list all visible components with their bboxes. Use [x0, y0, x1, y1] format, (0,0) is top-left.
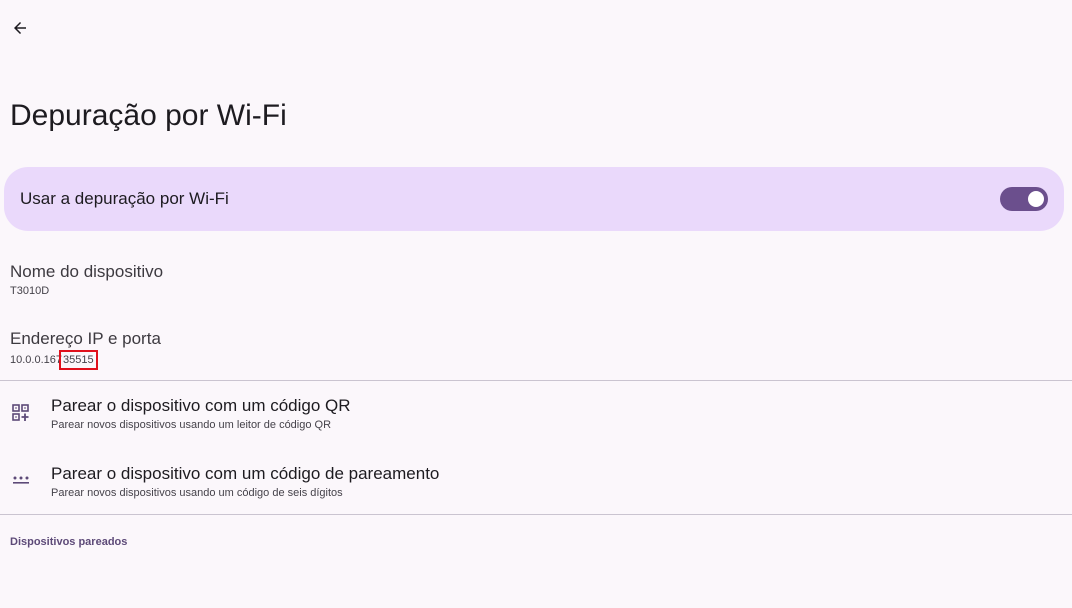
ip-address-ip: 10.0.0.167	[10, 354, 62, 366]
wifi-debugging-switch-label: Usar a depuração por Wi-Fi	[20, 189, 229, 208]
pair-code-summary: Parear novos dispositivos usando um códi…	[51, 487, 343, 499]
ip-address-value: 10.0.0.16735515	[10, 350, 161, 370]
wifi-debugging-switch-bar[interactable]: Usar a depuração por Wi-Fi	[4, 167, 1064, 231]
wifi-debugging-toggle[interactable]	[1000, 187, 1048, 211]
ip-address-port: 35515	[59, 350, 98, 370]
pair-qr-code-item[interactable]: Parear o dispositivo com um código QR Pa…	[0, 384, 1072, 444]
device-name-title: Nome do dispositivo	[10, 262, 164, 281]
device-name-value: T3010D	[10, 285, 50, 297]
ip-address-title: Endereço IP e porta	[10, 329, 161, 348]
toggle-thumb	[1028, 191, 1044, 207]
divider	[0, 380, 1072, 381]
pair-code-title: Parear o dispositivo com um código de pa…	[51, 464, 440, 483]
ip-address-pref: Endereço IP e porta 10.0.0.16735515	[10, 328, 161, 370]
qr-code-add-icon	[12, 404, 30, 422]
arrow-back-icon	[14, 22, 26, 34]
pair-qr-code-title: Parear o dispositivo com um código QR	[51, 396, 351, 415]
back-button[interactable]	[8, 16, 32, 40]
paired-devices-header: Dispositivos pareados	[10, 536, 128, 548]
pair-qr-code-summary: Parear novos dispositivos usando um leit…	[51, 419, 332, 431]
page-title: Depuração por Wi-Fi	[10, 99, 287, 132]
device-name-pref: Nome do dispositivo T3010D	[10, 261, 163, 299]
pair-code-item[interactable]: Parear o dispositivo com um código de pa…	[0, 452, 1072, 512]
dots-pin-icon	[12, 470, 30, 488]
divider	[0, 514, 1072, 515]
